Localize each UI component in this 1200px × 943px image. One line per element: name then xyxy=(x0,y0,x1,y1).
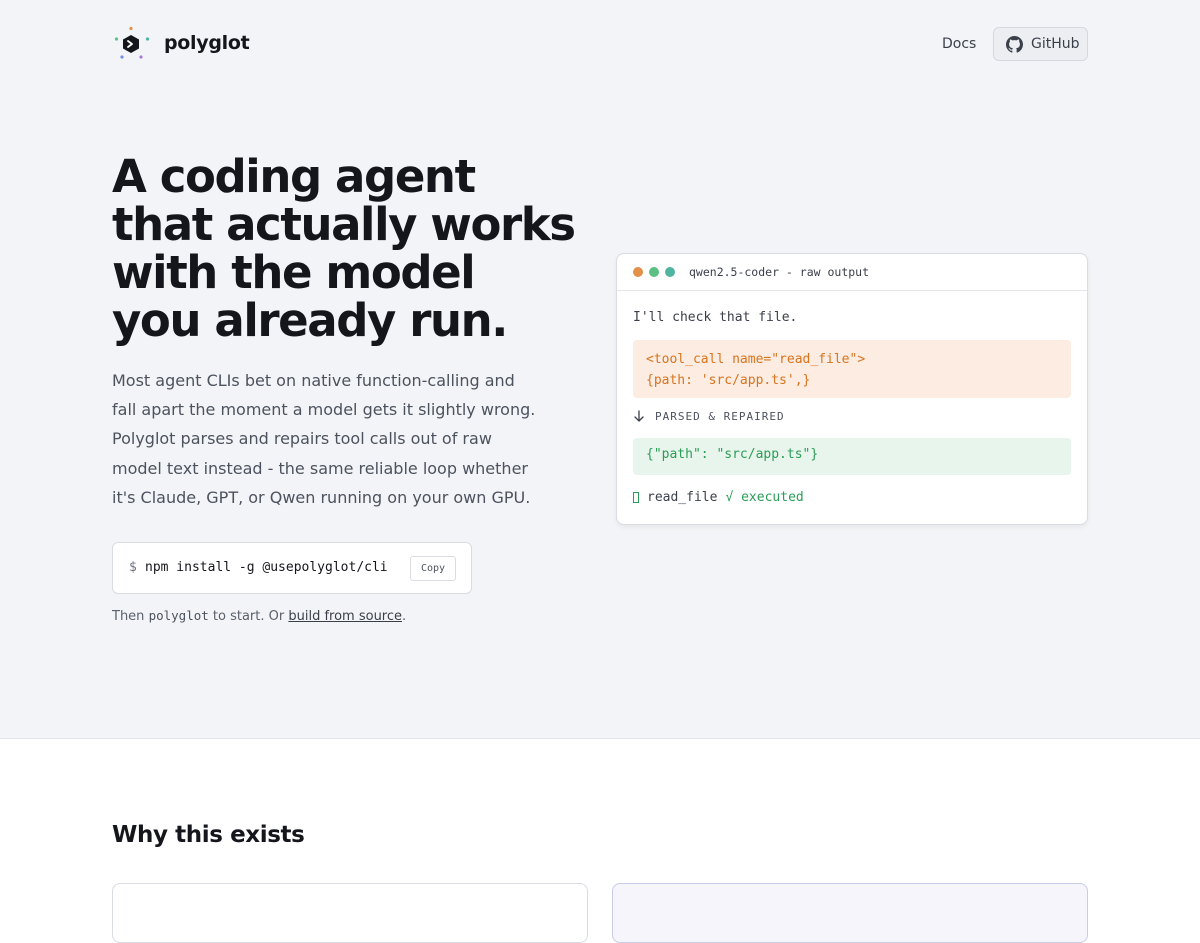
parsed-label-row: PARSED & REPAIRED xyxy=(633,410,785,423)
raw-line: <tool_call name="read_file"> xyxy=(646,352,866,367)
hero-section: polyglot Docs GitHub A coding agent that… xyxy=(0,0,1200,739)
install-command[interactable]: npm install -g @usepolyglot/cli xyxy=(145,560,388,575)
headline-line: that actually works xyxy=(112,198,576,251)
executed-function: read_file xyxy=(647,490,718,505)
terminal-title-bar: qwen2.5-coder - raw output xyxy=(617,254,1087,291)
install-command-box: $ npm install -g @usepolyglot/cli Copy xyxy=(112,542,472,594)
github-button[interactable]: GitHub xyxy=(993,27,1088,61)
polyglot-logo-icon[interactable] xyxy=(114,26,150,60)
window-dot-icon xyxy=(633,267,643,277)
execution-status: read_file √ executed xyxy=(633,490,804,505)
arrow-down-icon xyxy=(634,410,644,422)
docs-link[interactable]: Docs xyxy=(942,36,976,52)
headline-line: A coding agent xyxy=(112,150,476,203)
hero-headline: A coding agent that actually works with … xyxy=(112,150,576,347)
shell-prompt: $ xyxy=(129,560,137,575)
terminal-title: qwen2.5-coder - raw output xyxy=(689,265,870,279)
then-suffix: . xyxy=(402,609,407,624)
parsed-label: PARSED & REPAIRED xyxy=(655,410,785,423)
feature-card xyxy=(112,883,588,943)
repaired-json: {"path": "src/app.ts"} xyxy=(633,438,1071,475)
raw-tool-call: <tool_call name="read_file"> {path: 'src… xyxy=(633,340,1071,398)
headline-line: you already run. xyxy=(112,294,508,347)
model-message: I'll check that file. xyxy=(633,310,798,325)
build-from-source-link[interactable]: build from source xyxy=(288,609,402,624)
window-dot-icon xyxy=(649,267,659,277)
status-glyph-icon xyxy=(633,492,639,503)
copy-button[interactable]: Copy xyxy=(410,556,456,581)
executed-status: √ executed xyxy=(725,490,804,505)
brand-name[interactable]: polyglot xyxy=(164,32,250,54)
terminal-card: qwen2.5-coder - raw output I'll check th… xyxy=(616,253,1088,525)
then-middle: to start. Or xyxy=(208,609,289,624)
raw-line: {path: 'src/app.ts',} xyxy=(646,373,811,388)
feature-card-highlighted xyxy=(612,883,1088,943)
then-prefix: Then xyxy=(112,609,149,624)
cli-name: polyglot xyxy=(148,608,209,623)
hero-description: Most agent CLIs bet on native function-c… xyxy=(112,371,536,507)
window-dot-icon xyxy=(665,267,675,277)
section-title: Why this exists xyxy=(112,822,305,848)
start-instructions: Then polyglot to start. Or build from so… xyxy=(112,608,406,624)
github-label: GitHub xyxy=(1031,36,1080,52)
github-icon xyxy=(1006,35,1023,53)
headline-line: with the model xyxy=(112,246,476,299)
